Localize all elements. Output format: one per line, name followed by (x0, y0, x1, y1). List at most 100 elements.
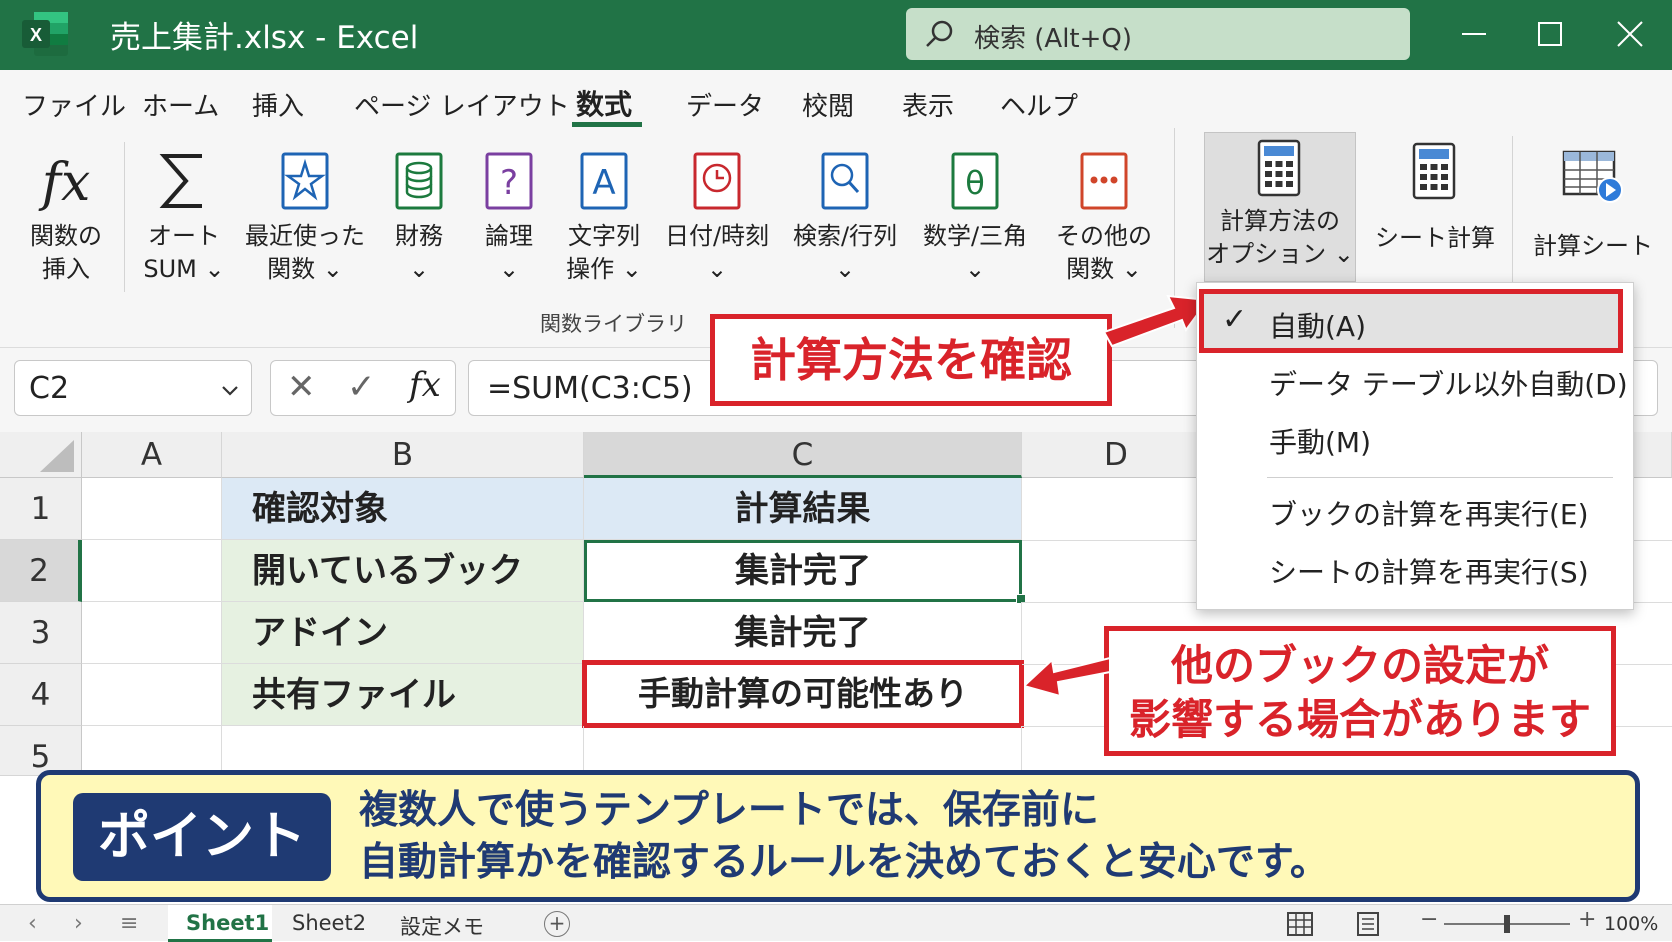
search-book-icon (821, 152, 869, 210)
cell-a3[interactable] (82, 602, 222, 664)
sheet-calc-icon (1562, 150, 1623, 203)
svg-text:fx: fx (38, 153, 91, 212)
cell-c5[interactable] (584, 726, 1022, 776)
name-box[interactable]: C2 (14, 360, 252, 416)
search-icon (926, 20, 953, 47)
cell-c2[interactable]: 集計完了 (584, 540, 1022, 602)
tab-home[interactable]: ホーム (142, 86, 219, 123)
recently-used-button[interactable]: 最近使った 関数 ⌄ (240, 128, 370, 298)
autosum-label: オート SUM ⌄ (143, 222, 225, 283)
calc-options-button[interactable]: 計算方法の オプション ⌄ (1204, 132, 1356, 282)
cell-b5[interactable] (222, 726, 584, 776)
cell-a1[interactable] (82, 478, 222, 540)
other-book-callout: 他のブックの設定が 影響する場合があります (1104, 626, 1616, 756)
cell-a4[interactable] (82, 664, 222, 726)
point-badge: ポイント (73, 793, 331, 881)
column-header-b[interactable]: B (222, 432, 584, 478)
arrow-to-cell-icon (1024, 656, 1111, 698)
menu-item-recalc-sheet[interactable]: シートの計算を再実行(S) (1269, 551, 1589, 591)
cell-c4[interactable]: 手動計算の可能性あり (582, 660, 1024, 728)
chevron-down-icon[interactable] (219, 379, 241, 401)
logical-button[interactable]: ? 論理 ⌄ (464, 128, 554, 298)
sheet-tab-sheet1[interactable]: Sheet1 (186, 911, 269, 935)
zoom-in-icon[interactable]: + (1578, 907, 1596, 932)
svg-text:A: A (592, 163, 615, 203)
tab-page-layout[interactable]: ページ レイアウト (354, 86, 570, 123)
insert-fx-icon[interactable]: fx (409, 365, 441, 405)
active-tab-indicator (572, 122, 642, 127)
financial-button[interactable]: 財務 ⌄ (374, 128, 464, 298)
svg-text:?: ? (500, 163, 518, 203)
menu-item-automatic[interactable]: ✓ 自動(A) (1199, 289, 1623, 353)
add-sheet-button[interactable]: + (544, 911, 570, 937)
function-library-group-label: 関数ライブラリ (540, 312, 687, 336)
point-note: ポイント 複数人で使うテンプレートでは、保存前に 自動計算かを確認するルールを決… (36, 770, 1640, 902)
next-sheet-icon[interactable]: › (74, 911, 83, 936)
menu-item-recalc-workbook[interactable]: ブックの計算を再実行(E) (1269, 493, 1589, 533)
tab-formulas[interactable]: 数式 (576, 83, 632, 123)
cell-b3[interactable]: アドイン (222, 602, 584, 664)
calc-options-label: 計算方法の オプション ⌄ (1206, 207, 1354, 268)
zoom-out-icon[interactable]: − (1420, 907, 1438, 932)
theta-book-icon: θ (951, 152, 999, 210)
row-header-4[interactable]: 4 (0, 664, 82, 726)
sheet-tab-memo[interactable]: 設定メモ (400, 911, 484, 941)
calc-workbook-button[interactable]: 計算シート (1518, 142, 1668, 272)
cell-c3[interactable]: 集計完了 (584, 602, 1022, 664)
cell-a2[interactable] (82, 540, 222, 602)
calculator-icon (1257, 139, 1301, 197)
autosum-button[interactable]: オート SUM ⌄ (132, 128, 236, 298)
column-header-c[interactable]: C (584, 432, 1022, 478)
row-header-2[interactable]: 2 (0, 540, 82, 602)
cell-b1[interactable]: 確認対象 (222, 478, 584, 540)
tab-review[interactable]: 校閲 (802, 86, 854, 123)
normal-view-icon[interactable] (1286, 911, 1314, 937)
tab-data[interactable]: データ (686, 86, 764, 123)
tab-view[interactable]: 表示 (902, 86, 954, 123)
zoom-slider-thumb[interactable] (1504, 915, 1510, 933)
math-trig-button[interactable]: θ 数学/三角 ⌄ (910, 128, 1040, 298)
row-header-1[interactable]: 1 (0, 478, 82, 540)
sheet-tab-bar: ‹ › ≡ Sheet1 Sheet2 設定メモ + − + 100% (0, 904, 1672, 942)
enter-icon[interactable]: ✓ (347, 367, 376, 407)
cell-a5[interactable] (82, 726, 222, 776)
cell-b4[interactable]: 共有ファイル (222, 664, 584, 726)
prev-sheet-icon[interactable]: ‹ (28, 911, 37, 936)
menu-item-manual[interactable]: 手動(M) (1269, 421, 1371, 461)
close-icon[interactable] (1610, 14, 1650, 54)
search-box[interactable]: 検索 (Alt+Q) (906, 8, 1410, 60)
star-book-icon (281, 152, 329, 210)
financial-label: 財務 ⌄ (395, 222, 443, 283)
more-functions-label: その他の 関数 ⌄ (1056, 222, 1152, 283)
cell-b2[interactable]: 開いているブック (222, 540, 584, 602)
minimize-icon[interactable] (1454, 14, 1494, 54)
lookup-button[interactable]: 検索/行列 ⌄ (782, 128, 908, 298)
calc-workbook-label: 計算シート (1533, 232, 1653, 260)
tab-file[interactable]: ファイル (22, 86, 126, 123)
text-button[interactable]: A 文字列 操作 ⌄ (556, 128, 652, 298)
cancel-icon[interactable]: ✕ (287, 367, 316, 407)
tab-help[interactable]: ヘルプ (1000, 86, 1078, 123)
menu-item-automatic-label: 自動(A) (1269, 310, 1367, 343)
calc-sheet-button[interactable]: シート計算 (1370, 142, 1500, 262)
row-header-3[interactable]: 3 (0, 602, 82, 664)
sigma-icon (159, 154, 202, 208)
insert-function-button[interactable]: fx 関数の 挿入 (10, 128, 122, 298)
page-layout-view-icon[interactable] (1354, 911, 1382, 937)
cell-c1[interactable]: 計算結果 (584, 478, 1022, 540)
select-all-corner[interactable] (0, 432, 82, 478)
column-header-a[interactable]: A (82, 432, 222, 478)
insert-function-label: 関数の 挿入 (30, 222, 102, 283)
menu-item-auto-except-tables[interactable]: データ テーブル以外自動(D) (1269, 363, 1628, 403)
database-book-icon (395, 152, 443, 210)
date-time-button[interactable]: 日付/時刻 ⌄ (654, 128, 780, 298)
formula-value: =SUM(C3:C5) (487, 371, 693, 406)
ribbon-tabs: ファイル ホーム 挿入 ページ レイアウト 数式 データ 校閲 表示 ヘルプ (0, 70, 1672, 128)
sheet-list-icon[interactable]: ≡ (120, 911, 138, 936)
window-title: 売上集計.xlsx - Excel (110, 20, 419, 56)
row-header-5[interactable]: 5 (0, 726, 82, 776)
maximize-icon[interactable] (1530, 14, 1570, 54)
sheet-tab-sheet2[interactable]: Sheet2 (292, 911, 366, 935)
tab-insert[interactable]: 挿入 (252, 86, 304, 123)
more-functions-button[interactable]: その他の 関数 ⌄ (1046, 128, 1162, 298)
